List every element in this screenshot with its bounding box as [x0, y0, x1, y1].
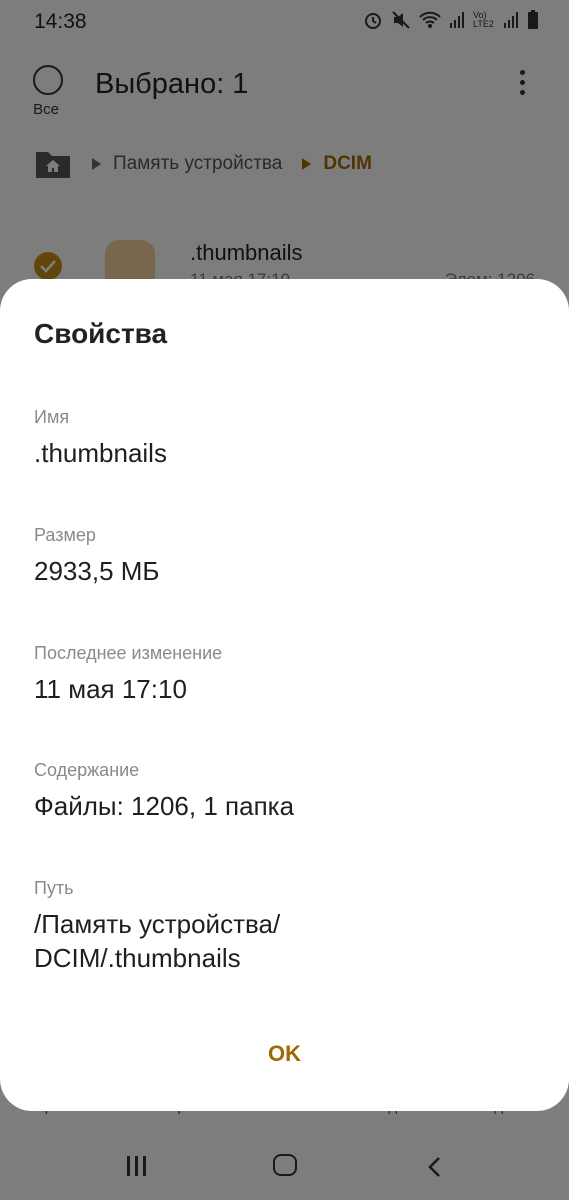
property-value: /Память устройства/ DCIM/.thumbnails	[34, 909, 281, 973]
property-contents: Содержание Файлы: 1206, 1 папка	[34, 760, 534, 823]
properties-dialog: Свойства Имя .thumbnails Размер 2933,5 М…	[0, 279, 569, 1111]
property-size: Размер 2933,5 МБ	[34, 525, 534, 588]
property-label: Путь	[34, 878, 74, 898]
dialog-title: Свойства	[34, 318, 168, 349]
property-label: Имя	[34, 407, 70, 427]
property-value: Файлы: 1206, 1 папка	[34, 791, 295, 821]
property-path: Путь /Память устройства/ DCIM/.thumbnail…	[34, 878, 534, 975]
property-label: Последнее изменение	[34, 643, 223, 663]
property-label: Содержание	[34, 760, 140, 780]
property-label: Размер	[34, 525, 96, 545]
property-value: 2933,5 МБ	[34, 556, 160, 586]
property-value: 11 мая 17:10	[34, 674, 187, 704]
ok-button[interactable]: OK	[0, 1041, 569, 1067]
property-name: Имя .thumbnails	[34, 407, 534, 470]
property-value: .thumbnails	[34, 438, 167, 468]
property-modified: Последнее изменение 11 мая 17:10	[34, 643, 534, 706]
